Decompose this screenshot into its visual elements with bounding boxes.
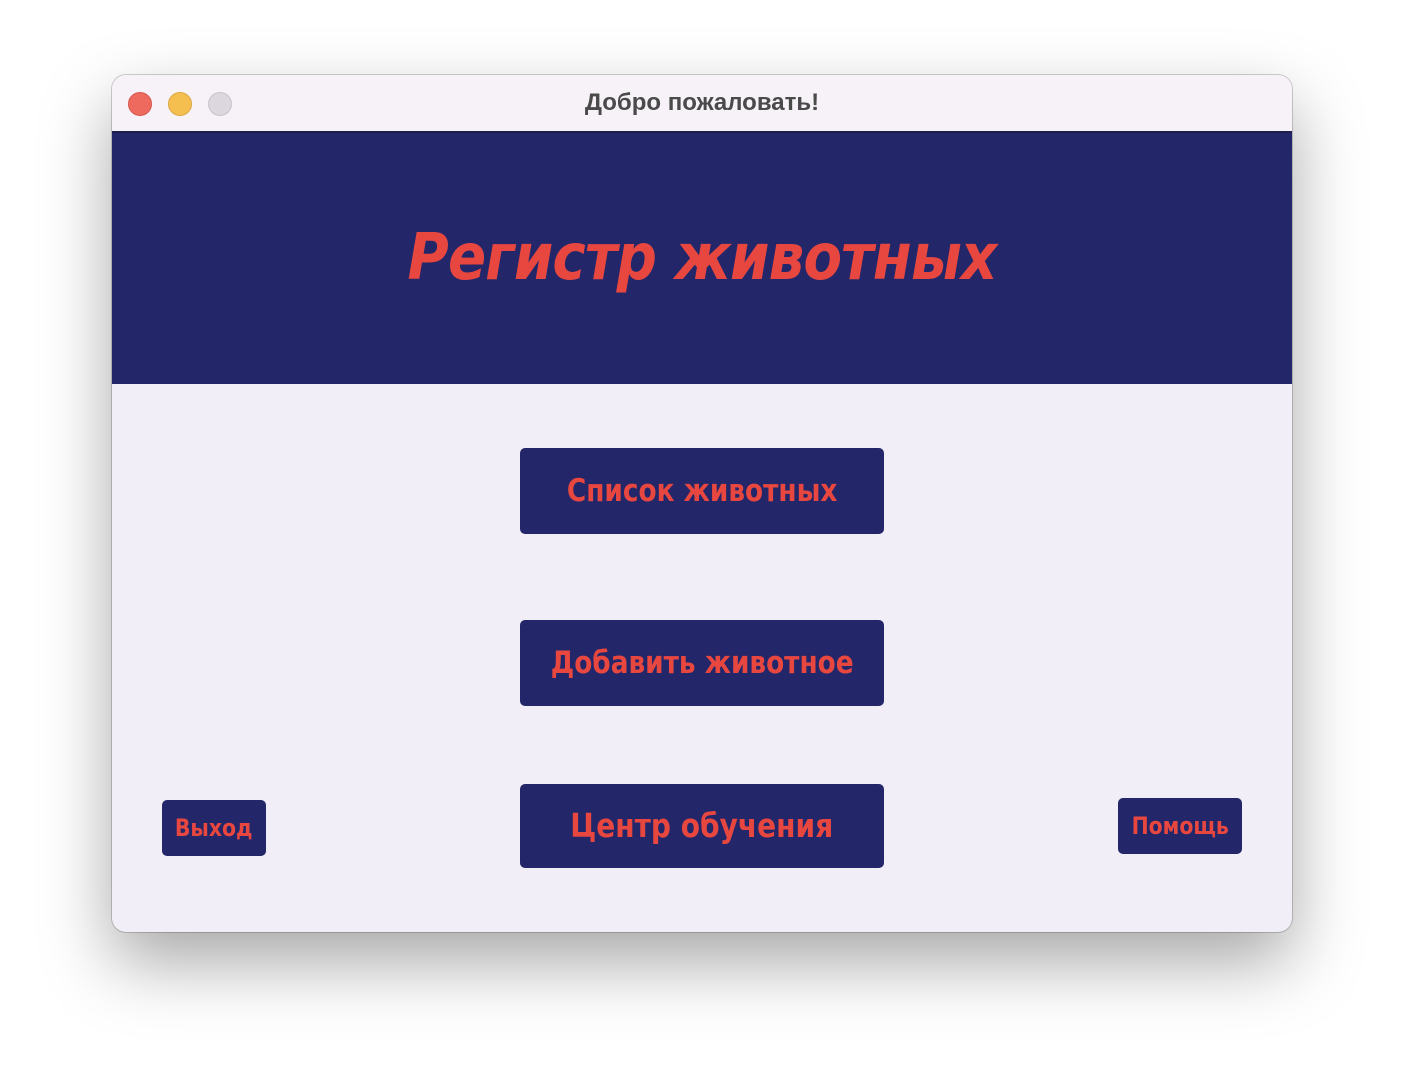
help-label: Помощь bbox=[1131, 812, 1229, 840]
learning-center-label: Центр обучения bbox=[570, 806, 834, 845]
exit-button[interactable]: Выход bbox=[162, 800, 266, 856]
title-bar[interactable]: Добро пожаловать! bbox=[112, 75, 1292, 133]
app-window: Добро пожаловать! Регистр животных Списо… bbox=[112, 75, 1292, 932]
add-animal-label: Добавить животное bbox=[550, 645, 854, 681]
animal-list-button[interactable]: Список животных bbox=[520, 448, 884, 534]
add-animal-button[interactable]: Добавить животное bbox=[520, 620, 884, 706]
exit-label: Выход bbox=[175, 814, 253, 842]
help-button[interactable]: Помощь bbox=[1118, 798, 1242, 854]
animal-list-label: Список животных bbox=[566, 473, 838, 509]
page-title: Регистр животных bbox=[407, 221, 998, 295]
header-banner: Регистр животных bbox=[112, 133, 1292, 384]
window-title: Добро пожаловать! bbox=[584, 89, 820, 116]
learning-center-button[interactable]: Центр обучения bbox=[520, 784, 884, 868]
